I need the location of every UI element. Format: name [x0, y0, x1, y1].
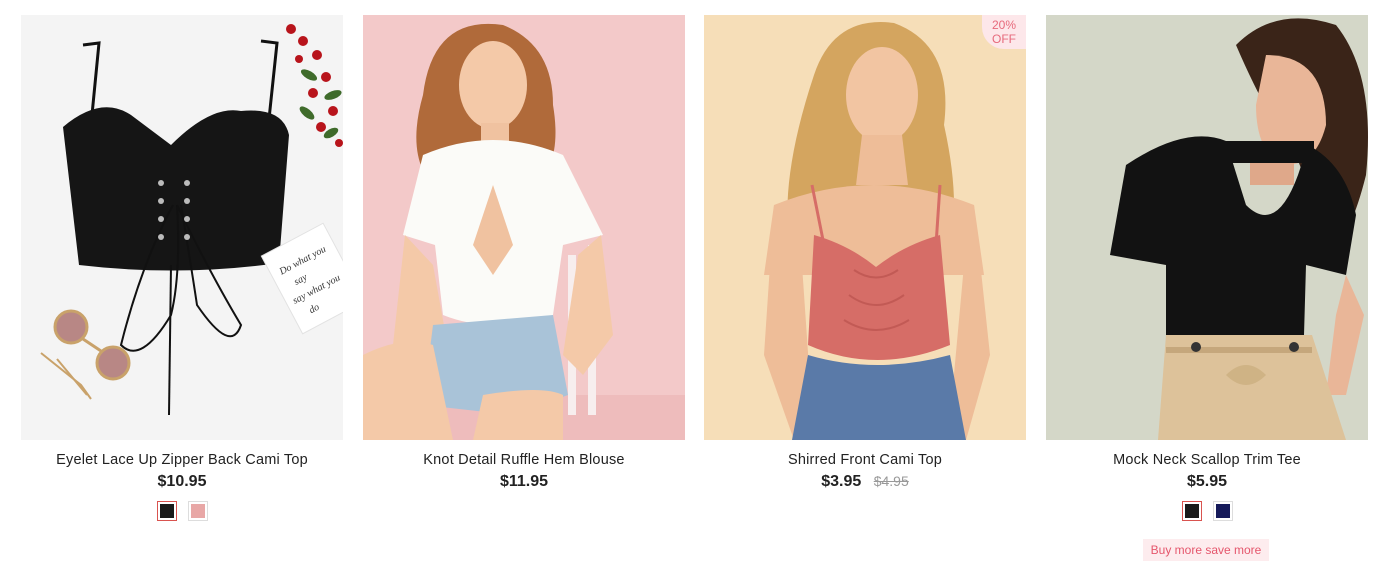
price-row: $10.95: [21, 473, 343, 491]
product-image[interactable]: [363, 15, 685, 440]
product-grid: Do what you say say what you do Eyelet L…: [0, 0, 1386, 569]
product-price: $10.95: [157, 473, 207, 490]
product-card: 20% OFF Shirred Front Cami Top $3.95 $4.…: [704, 15, 1026, 491]
product-card: Knot Detail Ruffle Hem Blouse $11.95: [363, 15, 685, 491]
product-image[interactable]: 20% OFF: [704, 15, 1026, 440]
color-swatch-pink-floral[interactable]: [187, 501, 208, 521]
product-title[interactable]: Eyelet Lace Up Zipper Back Cami Top: [21, 452, 343, 468]
buy-more-save-more-button[interactable]: Buy more save more: [1143, 539, 1269, 561]
product-title[interactable]: Knot Detail Ruffle Hem Blouse: [363, 452, 685, 468]
price-row: $3.95 $4.95: [704, 473, 1026, 491]
black-scallop-tee-model-image: [1046, 15, 1368, 440]
product-title[interactable]: Mock Neck Scallop Trim Tee: [1046, 452, 1368, 468]
pink-cami-model-image: [704, 15, 1026, 440]
white-blouse-model-image: [363, 15, 685, 440]
original-price: $4.95: [873, 473, 909, 489]
product-image[interactable]: [1046, 15, 1368, 440]
discount-badge: 20% OFF: [982, 15, 1026, 49]
price-row: $11.95: [363, 473, 685, 491]
color-swatch-black[interactable]: [156, 501, 177, 521]
discount-badge-percent: 20%: [991, 18, 1017, 32]
product-price: $11.95: [499, 473, 549, 490]
color-swatch-black[interactable]: [1181, 501, 1202, 521]
product-title[interactable]: Shirred Front Cami Top: [704, 452, 1026, 468]
black-lace-cami-flatlay-image: Do what you say say what you do: [21, 15, 343, 440]
product-price: $3.95: [821, 473, 862, 490]
product-image[interactable]: Do what you say say what you do: [21, 15, 343, 440]
product-price: $5.95: [1186, 473, 1228, 490]
product-card: Do what you say say what you do Eyelet L…: [21, 15, 343, 523]
discount-badge-off: OFF: [992, 32, 1016, 46]
product-card: Mock Neck Scallop Trim Tee $5.95 Buy mor…: [1046, 15, 1368, 561]
color-swatches: [1046, 501, 1368, 523]
color-swatches: [21, 501, 343, 523]
price-row: $5.95: [1046, 473, 1368, 491]
color-swatch-navy[interactable]: [1212, 501, 1233, 521]
